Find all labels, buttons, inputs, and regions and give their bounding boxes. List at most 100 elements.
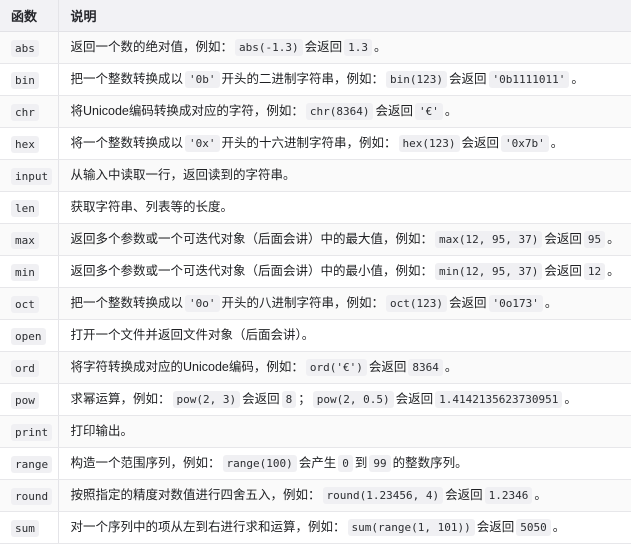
function-name-cell: pow [0,383,59,416]
table-row: print 打印输出。 [0,415,631,448]
function-name-cell: bin [0,63,59,96]
function-name-chip: bin [11,71,39,89]
function-description-cell: 构造一个范围序列，例如： range(100) 会产生 0 到 99 的整数序列。 [58,447,631,480]
inline-code: chr(8364) [305,103,374,120]
description-text: 从输入中读取一行，返回读到的字符串。 [70,168,296,182]
description-text: 返回多个参数或一个可迭代对象（后面会讲）中的最小值，例如： [70,264,434,278]
description-text: 。 [564,392,577,406]
function-description-cell: 把一个整数转换成以 '0b' 开头的二进制字符串，例如： bin(123) 会返回 '0b… [58,63,631,96]
description-text: 会返回 [375,104,413,118]
function-name-cell: abs [0,31,59,64]
description-text: 将Unicode编码转换成对应的字符，例如： [70,104,304,118]
description-text: 会返回 [304,40,343,54]
description-text: 开头的十六进制字符串，例如： [221,136,397,150]
function-name-chip: chr [11,103,39,121]
function-name-chip: print [11,423,53,441]
description-text: 会返回 [395,392,434,406]
description-text: 。 [607,264,620,278]
description-text: 会返回 [544,232,582,246]
function-description-cell: 将Unicode编码转换成对应的字符，例如： chr(8364) 会返回 '€'。 [58,95,631,128]
inline-code: '0b1111011' [488,71,570,88]
table-row: min 返回多个参数或一个可迭代对象（后面会讲）中的最小值，例如： min(12, … [0,255,631,288]
inline-code: 8 [281,391,297,408]
inline-code: bin(123) [386,71,448,88]
table-row: max 返回多个参数或一个可迭代对象（后面会讲）中的最大值，例如： max(12, … [0,223,631,256]
function-description-cell: 将一个整数转换成以 '0x' 开头的十六进制字符串，例如： hex(123) 会返回 '0… [58,127,631,160]
function-name-cell: max [0,223,59,256]
inline-code: '0o' [185,295,220,312]
table-body: abs 返回一个数的绝对值，例如： abs(-1.3) 会返回 1.3。 bin 把一个整数… [0,31,631,544]
description-text: 返回一个数的绝对值，例如： [70,40,234,54]
table-header: 函数 说明 [0,0,631,32]
inline-code: 0 [338,455,353,472]
description-text: 。 [571,72,584,86]
description-text: 将一个整数转换成以 [70,136,184,150]
function-description-cell: 对一个序列中的项从左到右进行求和运算，例如： sum(range(1, 101))… [58,511,631,544]
table-row: input 从输入中读取一行，返回读到的字符串。 [0,159,631,192]
function-name-chip: open [11,327,46,345]
function-description-cell: 按照指定的精度对数值进行四舍五入，例如： round(1.23456, 4) 会返回… [58,479,631,512]
function-name-cell: ord [0,351,59,384]
inline-code: oct(123) [386,295,448,312]
function-description-cell: 返回一个数的绝对值，例如： abs(-1.3) 会返回 1.3。 [58,31,631,64]
description-text: 。 [534,488,547,502]
function-name-chip: sum [11,519,39,537]
table-row: open 打开一个文件并返回文件对象（后面会讲）。 [0,319,631,352]
function-description-cell: 返回多个参数或一个可迭代对象（后面会讲）中的最大值，例如： max(12, 95,… [58,223,631,256]
description-text: 开头的二进制字符串，例如： [221,72,385,86]
table-row: round 按照指定的精度对数值进行四舍五入，例如： round(1.23456, … [0,479,631,512]
function-name-chip: hex [11,135,39,153]
column-header-description: 说明 [58,0,631,32]
description-text: 构造一个范围序列，例如： [70,456,221,470]
inline-code: 95 [583,231,606,248]
function-name-cell: round [0,479,59,512]
function-name-cell: chr [0,95,59,128]
function-description-cell: 获取字符串、列表等的长度。 [58,191,631,224]
inline-code: pow(2, 0.5) [312,391,394,408]
function-name-cell: input [0,159,59,192]
inline-code: 1.3 [344,39,373,56]
inline-code: ord('€') [305,359,367,376]
description-text: 把一个整数转换成以 [70,72,184,86]
function-name-chip: abs [11,39,39,57]
inline-code: '0o173' [488,295,543,312]
builtin-functions-table: 函数 说明 abs 返回一个数的绝对值，例如： abs(-1.3) 会返回 1.3。 bi… [0,0,631,544]
description-text: 会返回 [445,488,483,502]
description-text: 按照指定的精度对数值进行四舍五入，例如： [70,488,321,502]
description-text: 对一个序列中的项从左到右进行求和运算，例如： [70,520,346,534]
inline-code: '0x7b' [501,135,549,152]
inline-code: '0b' [185,71,220,88]
description-text: 到 [354,456,368,470]
inline-code: pow(2, 3) [172,391,241,408]
table-row: range 构造一个范围序列，例如： range(100) 会产生 0 到 99 的整数序列。 [0,447,631,480]
table-row: ord 将字符转换成对应的Unicode编码，例如： ord('€') 会返回 8364… [0,351,631,384]
inline-code: sum(range(1, 101)) [347,519,475,536]
function-description-cell: 打开一个文件并返回文件对象（后面会讲）。 [58,319,631,352]
inline-code: 1.4142135623730951 [435,391,563,408]
description-text: 打印输出。 [70,424,134,438]
function-name-chip: input [11,167,53,185]
function-name-cell: range [0,447,59,480]
table-row: abs 返回一个数的绝对值，例如： abs(-1.3) 会返回 1.3。 [0,31,631,64]
function-name-cell: open [0,319,59,352]
description-text: 获取字符串、列表等的长度。 [70,200,234,214]
function-name-chip: range [11,455,53,473]
description-text: 会返回 [368,360,407,374]
table-row: chr 将Unicode编码转换成对应的字符，例如： chr(8364) 会返回 '€'… [0,95,631,128]
inline-code: round(1.23456, 4) [322,487,444,504]
description-text: 求幂运算，例如： [70,392,171,406]
description-text: 的整数序列。 [392,456,468,470]
function-description-cell: 打印输出。 [58,415,631,448]
description-text: 。 [607,232,620,246]
description-text: 。 [374,40,387,54]
function-name-chip: ord [11,359,39,377]
function-name-chip: min [11,263,39,281]
description-text: 会返回 [461,136,500,150]
inline-code: '€' [415,103,443,120]
function-name-chip: oct [11,295,39,313]
table-row: pow 求幂运算，例如： pow(2, 3) 会返回 8； pow(2, 0.5) 会返回 1… [0,383,631,416]
inline-code: 5050 [516,519,551,536]
description-text: 。 [550,136,564,150]
description-text: 开头的八进制字符串，例如： [221,296,385,310]
function-description-cell: 将字符转换成对应的Unicode编码，例如： ord('€') 会返回 8364。 [58,351,631,384]
